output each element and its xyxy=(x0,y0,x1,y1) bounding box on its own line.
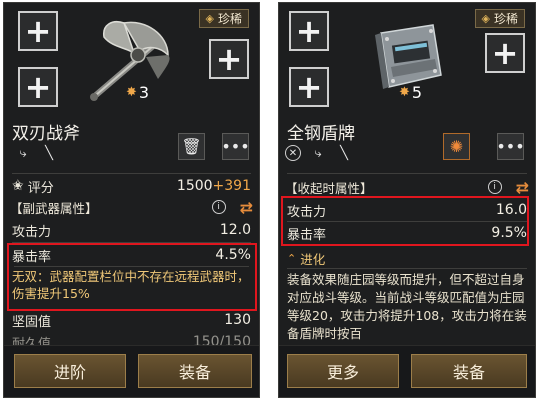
tag-icons: ✕ ⤷ ╲ xyxy=(285,144,353,162)
item-name: 全钢盾牌 xyxy=(287,124,355,144)
stat-row: 坚固值 130 xyxy=(12,309,251,331)
rarity-badge: ◈ 珍稀 xyxy=(474,9,525,28)
divider xyxy=(12,173,251,174)
sunburst-icon: ✺ xyxy=(449,137,464,156)
stat-row: 攻击力 12.0 xyxy=(12,219,251,241)
divider xyxy=(287,268,527,269)
empty-slot-add-button[interactable]: + xyxy=(18,67,58,107)
effect-description: 装备效果随庄园等级而提升，但不超过自身对应战斗等级。当前战斗等级匹配值为庄园等级… xyxy=(287,272,527,341)
action-bar: 进阶 装备 xyxy=(4,345,259,397)
plus-icon: + xyxy=(215,40,243,78)
blade-icon: ╲ xyxy=(45,145,53,161)
level-value: 3 xyxy=(138,83,150,102)
stat-row: 暴击率 9.5% xyxy=(287,222,527,244)
score-bonus: +391 xyxy=(212,178,251,194)
score-value: 1500+391 xyxy=(177,178,251,194)
stat-label: 暴击率 xyxy=(12,249,52,265)
more-button[interactable]: 更多 xyxy=(287,354,399,388)
stat-row: 攻击力 16.0 xyxy=(287,199,527,221)
gem-icon: ◈ xyxy=(481,12,490,25)
plus-icon: + xyxy=(491,34,519,72)
item-level: ✸ 5 xyxy=(399,83,422,102)
hook-icon: ⤷ xyxy=(19,145,27,161)
gem-icon: ◈ xyxy=(205,12,214,25)
item-name: 双刃战斧 xyxy=(12,124,80,144)
stat-label: 攻击力 xyxy=(12,224,52,240)
shield-detail-panel: + + ◈ 珍稀 ✸ 5 + 全钢盾牌 ✕ ⤷ ╲ ✺ ••• 【收起时属性】 xyxy=(278,2,536,398)
swap-icon[interactable]: ⇄ xyxy=(240,198,253,217)
score-icon: ✬ xyxy=(12,178,24,194)
more-options-button[interactable]: ••• xyxy=(496,133,525,160)
delete-button[interactable]: 🗑 xyxy=(178,133,205,160)
item-level: ✸ 3 xyxy=(126,83,149,102)
info-icon[interactable]: i xyxy=(211,200,226,214)
plus-icon: + xyxy=(295,12,323,50)
stat-value: 16.0 xyxy=(495,202,527,218)
equip-button[interactable]: 装备 xyxy=(411,354,527,388)
empty-slot-add-button[interactable]: + xyxy=(485,33,525,73)
rarity-label: 珍稀 xyxy=(493,12,518,26)
divider xyxy=(14,266,249,267)
more-options-button[interactable]: ••• xyxy=(221,133,250,160)
section-header: 【副武器属性】 i ⇄ xyxy=(10,197,253,217)
action-bar: 更多 装备 xyxy=(279,345,535,397)
level-value: 5 xyxy=(411,83,423,102)
stat-value: 12.0 xyxy=(219,222,251,238)
trash-icon: 🗑 xyxy=(181,137,202,156)
score-base: 1500 xyxy=(176,178,213,194)
stat-value: 4.5% xyxy=(215,247,251,263)
rarity-label: 珍稀 xyxy=(217,12,242,26)
tag-icons: ⤷ ╲ xyxy=(14,144,58,162)
evolution-label: 进化 xyxy=(300,251,326,267)
star-icon: ✸ xyxy=(126,85,137,100)
divider xyxy=(287,173,527,174)
weapon-detail-panel: + + ◈ 珍稀 ✸ 3 + 双刃战斧 ⤷ ╲ 🗑 ••• ✬ 评分 1500+… xyxy=(3,2,260,398)
stat-value: 130 xyxy=(224,312,251,328)
blade-icon: ╲ xyxy=(340,145,348,161)
stat-label: 攻击力 xyxy=(287,204,327,220)
stat-value: 9.5% xyxy=(491,225,527,241)
stat-label: 坚固值 xyxy=(12,314,52,330)
empty-slot-add-button[interactable]: + xyxy=(209,39,249,79)
empty-slot-add-button[interactable]: + xyxy=(289,11,329,51)
section-header: 【收起时属性】 i ⇄ xyxy=(285,177,529,197)
stat-label: 暴击率 xyxy=(287,227,327,243)
effect-description: 无双：武器配置栏位中不存在远程武器时，伤害提升15% xyxy=(12,269,250,301)
advance-button[interactable]: 进阶 xyxy=(14,354,126,388)
section-title: 【收起时属性】 xyxy=(285,180,373,196)
plus-icon: + xyxy=(295,68,323,106)
empty-slot-add-button[interactable]: + xyxy=(289,67,329,107)
plus-icon: + xyxy=(24,12,52,50)
section-title: 【副武器属性】 xyxy=(10,200,98,216)
shield-skill-button[interactable]: ✺ xyxy=(443,133,470,160)
score-row: ✬ 评分 1500+391 xyxy=(12,175,251,197)
chevron-up-icon: ⌃ xyxy=(287,251,297,265)
crossed-circle-icon: ✕ xyxy=(285,145,301,161)
rarity-badge: ◈ 珍稀 xyxy=(198,9,249,28)
info-icon[interactable]: i xyxy=(487,180,502,194)
evolution-tag: ⌃ 进化 xyxy=(287,249,325,267)
equip-button[interactable]: 装备 xyxy=(138,354,252,388)
stat-row: 暴击率 4.5% xyxy=(12,244,251,266)
star-icon: ✸ xyxy=(399,85,410,100)
empty-slot-add-button[interactable]: + xyxy=(18,11,58,51)
ellipsis-icon: ••• xyxy=(496,137,525,156)
hook-icon: ⤷ xyxy=(314,145,322,161)
ellipsis-icon: ••• xyxy=(221,137,250,156)
score-label: 评分 xyxy=(27,180,54,196)
swap-icon[interactable]: ⇄ xyxy=(516,178,529,197)
plus-icon: + xyxy=(24,68,52,106)
